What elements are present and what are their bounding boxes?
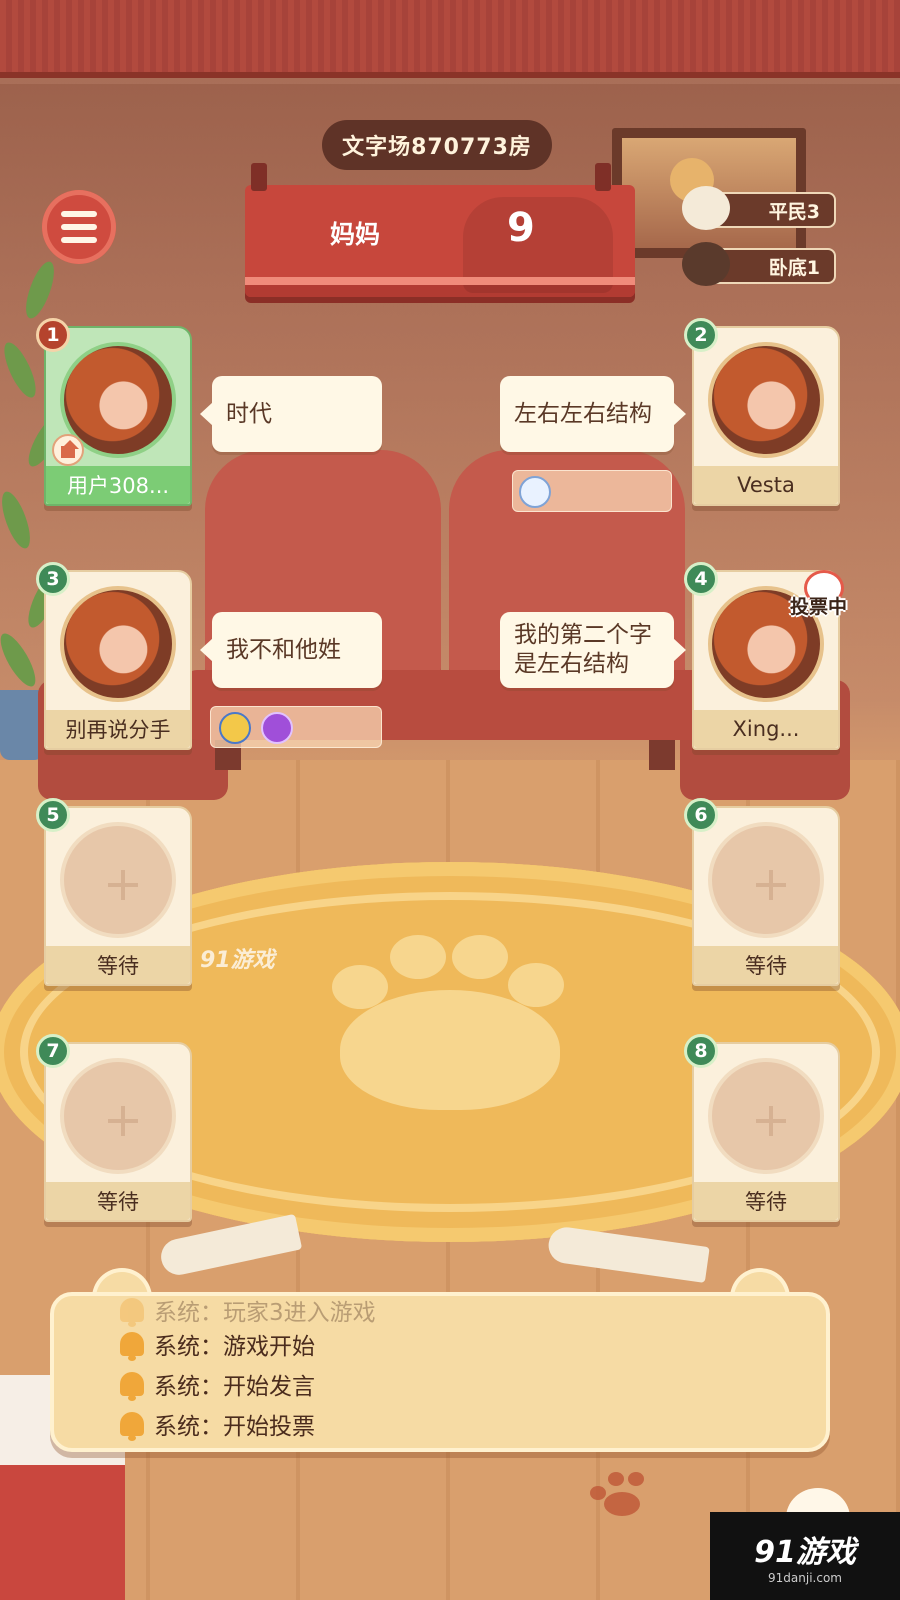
player-name: 等待 bbox=[694, 946, 838, 984]
player-name: Vesta bbox=[694, 466, 838, 504]
roof bbox=[0, 0, 900, 78]
plus-icon bbox=[108, 1106, 138, 1136]
log-row: 系统：玩家3进入游戏 bbox=[120, 1296, 376, 1328]
avatar bbox=[60, 586, 176, 702]
plus-icon bbox=[756, 1106, 786, 1136]
player-name: 等待 bbox=[694, 1182, 838, 1220]
seat-number: 6 bbox=[684, 798, 718, 832]
bell-icon bbox=[120, 1372, 144, 1401]
log-row: 系统：游戏开始 bbox=[120, 1326, 315, 1362]
speech-bubble-seat-4: 我的第二个字 是左右结构 bbox=[500, 612, 686, 688]
seat-card-3[interactable]: 别再说分手 3 bbox=[36, 562, 192, 750]
seat-card-7[interactable]: 等待 7 bbox=[36, 1034, 192, 1222]
avatar bbox=[708, 342, 824, 458]
seat-card-1[interactable]: 用户308... 1 bbox=[36, 318, 192, 506]
secret-word: 妈妈 bbox=[330, 220, 381, 249]
role-undercover: 卧底1 bbox=[682, 242, 836, 286]
seat-number: 5 bbox=[36, 798, 70, 832]
home-icon bbox=[52, 434, 84, 466]
seat-number: 1 bbox=[36, 318, 70, 352]
watermark-corner-logo: 91游戏 bbox=[754, 1535, 856, 1570]
menu-icon bbox=[61, 211, 97, 217]
player-name: 别再说分手 bbox=[46, 710, 190, 748]
plus-icon bbox=[108, 870, 138, 900]
player-name: Xing... bbox=[694, 710, 838, 748]
system-log[interactable]: 系统：玩家3进入游戏 系统：游戏开始 系统：开始发言 系统：开始投票 bbox=[50, 1292, 830, 1452]
seat-number: 2 bbox=[684, 318, 718, 352]
floor-paw-icon bbox=[590, 1468, 660, 1518]
speech-bubble-seat-2: 左右左右结构 bbox=[500, 376, 686, 452]
player-name: 等待 bbox=[46, 1182, 190, 1220]
bell-icon bbox=[120, 1298, 144, 1327]
rug-paw-icon bbox=[332, 935, 564, 1115]
bell-icon bbox=[120, 1332, 144, 1361]
dark-cat-icon bbox=[682, 242, 730, 286]
player-name: 用户308... bbox=[46, 466, 190, 504]
menu-button[interactable] bbox=[42, 190, 116, 264]
seat-number: 4 bbox=[684, 562, 718, 596]
fan-gift-icon bbox=[519, 476, 551, 508]
seat-card-5[interactable]: 等待 5 bbox=[36, 798, 192, 986]
watermark-corner-url: 91danji.com bbox=[768, 1571, 842, 1585]
voting-status: 投票中 bbox=[790, 570, 860, 626]
player-name: 等待 bbox=[46, 946, 190, 984]
speech-bubble-seat-1: 时代 bbox=[200, 376, 382, 452]
role-civilian: 平民3 bbox=[682, 186, 836, 230]
room-title: 文字场870773房 bbox=[322, 120, 552, 170]
word-sign: 妈妈 9 bbox=[245, 163, 635, 297]
seat-card-4[interactable]: Xing... 4 投票中 bbox=[684, 562, 847, 750]
box-gift-icon bbox=[219, 712, 251, 744]
seat-number: 7 bbox=[36, 1034, 70, 1068]
watermark-logo: 91游戏 bbox=[200, 948, 275, 973]
seat-card-2[interactable]: Vesta 2 bbox=[684, 318, 840, 506]
plus-icon bbox=[756, 870, 786, 900]
empty-avatar bbox=[60, 822, 176, 938]
empty-avatar bbox=[60, 1058, 176, 1174]
empty-avatar bbox=[708, 1058, 824, 1174]
seat-card-8[interactable]: 等待 8 bbox=[684, 1034, 840, 1222]
seat-card-6[interactable]: 等待 6 bbox=[684, 798, 840, 986]
log-row: 系统：开始投票 bbox=[120, 1406, 315, 1442]
seat-number: 3 bbox=[36, 562, 70, 596]
seat-number: 8 bbox=[684, 1034, 718, 1068]
speech-bubble-seat-3: 我不和他姓 bbox=[200, 612, 382, 688]
bell-icon bbox=[120, 1412, 144, 1441]
gift-bar-seat-2 bbox=[512, 470, 672, 512]
gem-gift-icon bbox=[261, 712, 293, 744]
log-row: 系统：开始发言 bbox=[120, 1366, 315, 1402]
empty-avatar bbox=[708, 822, 824, 938]
word-count: 9 bbox=[507, 205, 535, 251]
white-cat-icon bbox=[682, 186, 730, 230]
watermark-corner: 91游戏 91danji.com bbox=[710, 1512, 900, 1600]
gift-bar-seat-3 bbox=[210, 706, 382, 748]
